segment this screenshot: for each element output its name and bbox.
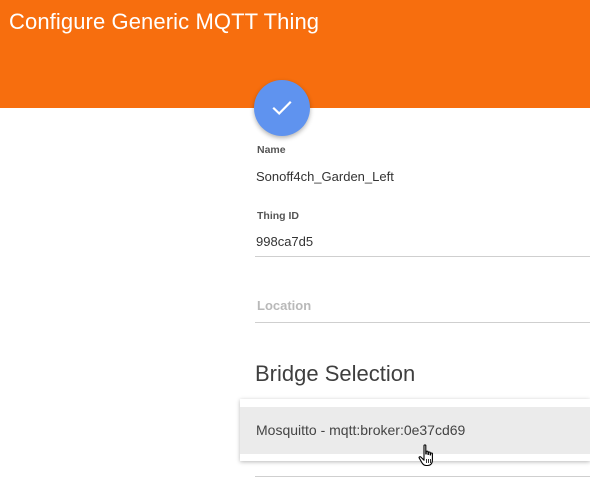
name-value: Sonoff4ch_Garden_Left xyxy=(256,169,394,184)
name-field[interactable]: Sonoff4ch_Garden_Left xyxy=(255,160,590,190)
save-button[interactable] xyxy=(254,80,310,136)
bridge-select-underline xyxy=(255,476,590,477)
bridge-option[interactable]: Mosquitto - mqtt:broker:0e37cd69 xyxy=(240,407,590,454)
check-icon xyxy=(272,100,292,116)
location-field[interactable]: Location xyxy=(255,290,590,322)
location-underline xyxy=(255,322,590,323)
bridge-selection-title: Bridge Selection xyxy=(255,361,416,386)
bridge-option-label: Mosquitto - mqtt:broker:0e37cd69 xyxy=(256,422,466,438)
bridge-dropdown-menu: Mosquitto - mqtt:broker:0e37cd69 xyxy=(240,399,590,461)
thing-id-label: Thing ID xyxy=(257,210,299,222)
page-title: Configure Generic MQTT Thing xyxy=(9,9,320,34)
thing-id-value: 998ca7d5 xyxy=(256,234,314,249)
thing-id-underline xyxy=(255,256,590,257)
name-label: Name xyxy=(257,144,286,156)
thing-id-field[interactable]: 998ca7d5 xyxy=(255,226,590,256)
location-placeholder: Location xyxy=(257,298,312,313)
